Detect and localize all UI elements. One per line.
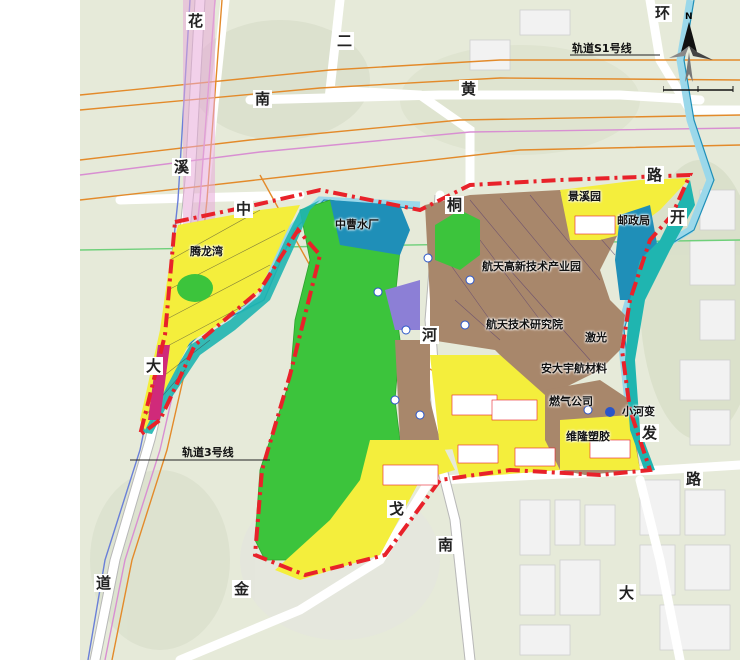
road-label-huang: 黄 xyxy=(459,80,479,98)
place-label-xiaohe: 小河变 xyxy=(622,405,655,418)
road-label-he: 河 xyxy=(420,326,440,344)
road-label-jin: 金 xyxy=(232,580,252,598)
road-label-nan2: 南 xyxy=(436,536,456,554)
place-label-laser: 激光 xyxy=(585,331,607,344)
green-pocket xyxy=(177,274,213,302)
road-label-zhong: 中 xyxy=(234,200,254,218)
road-label-da2: 大 xyxy=(617,584,637,602)
road-label-dao: 道 xyxy=(94,574,114,592)
map-svg xyxy=(0,0,740,660)
place-label-zhongcao: 中曹水厂 xyxy=(335,218,379,231)
road-label-hua: 花 xyxy=(186,12,206,30)
road-label-lu2: 路 xyxy=(684,470,704,488)
place-label-hangtian-inst: 航天技术研究院 xyxy=(486,318,563,331)
place-label-post: 邮政局 xyxy=(617,214,650,227)
road-label-ge: 戈 xyxy=(387,500,407,518)
rail-label-line3: 轨道3号线 xyxy=(182,446,234,459)
place-label-gas: 燃气公司 xyxy=(549,395,593,408)
north-arrow-icon: N xyxy=(663,12,735,92)
road-label-xi: 溪 xyxy=(172,158,192,176)
map-canvas[interactable]: 花 南 溪 中 大 道 二 黄 桐 河 戈 南 金 环 路 开 发 路 大 腾龙… xyxy=(0,0,740,660)
road-label-nan1: 南 xyxy=(253,90,273,108)
rail-label-s1: 轨道S1号线 xyxy=(572,42,632,55)
road-label-lu1: 路 xyxy=(645,166,665,184)
road-label-da1: 大 xyxy=(144,357,164,375)
road-label-tong: 桐 xyxy=(445,196,465,214)
compass-svg xyxy=(663,22,734,92)
place-label-tenglong: 腾龙湾 xyxy=(190,245,223,258)
place-label-weilong: 维隆塑胶 xyxy=(566,430,610,443)
road-label-er: 二 xyxy=(335,32,355,50)
place-label-hangtian-park: 航天高新技术产业园 xyxy=(482,260,581,273)
road-label-fa: 发 xyxy=(640,424,660,442)
place-label-anda: 安大宇航材料 xyxy=(541,362,607,375)
place-label-jingxi: 景溪园 xyxy=(568,190,601,203)
road-label-kai: 开 xyxy=(668,208,688,226)
